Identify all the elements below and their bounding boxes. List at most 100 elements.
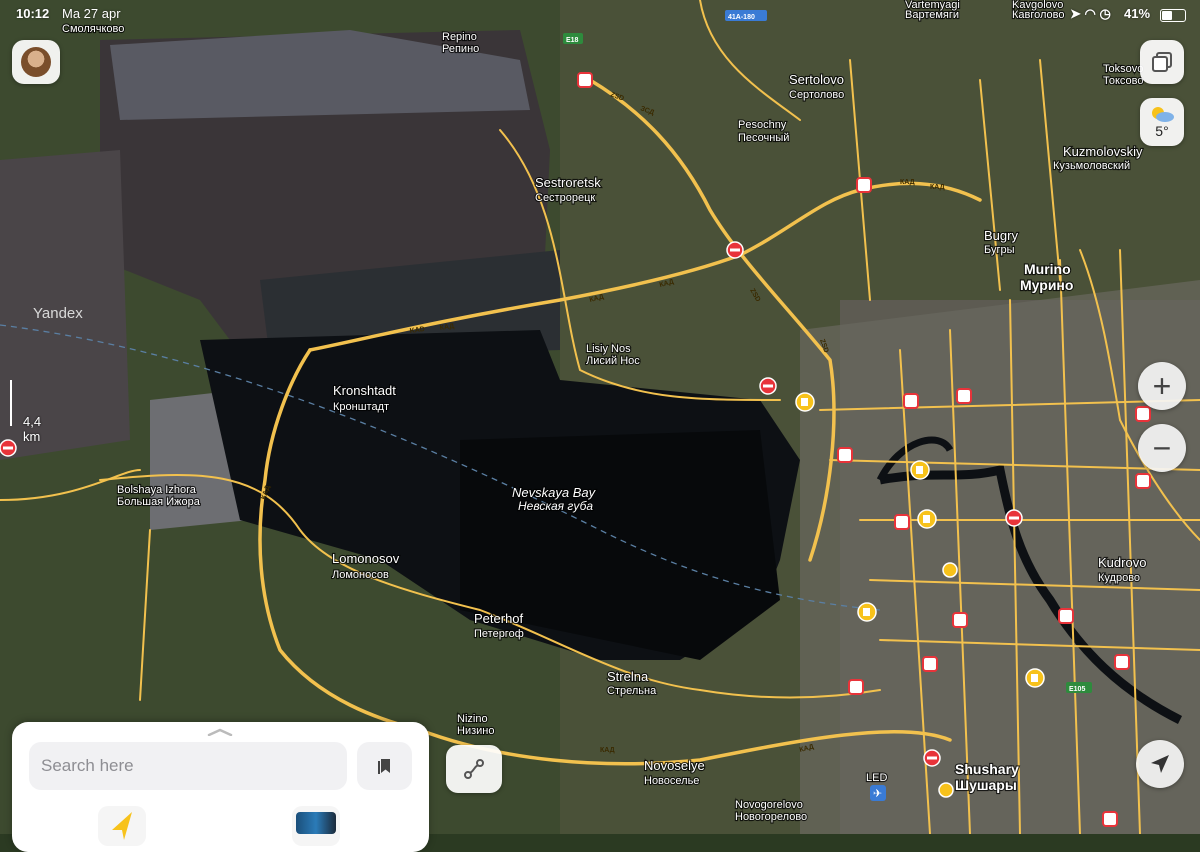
poi-pin-icon[interactable]	[938, 782, 954, 798]
incident-icon[interactable]	[0, 439, 17, 457]
airport-label: LED	[866, 772, 887, 784]
battery-icon	[1160, 9, 1186, 22]
accident-icon[interactable]	[856, 177, 872, 193]
place-label: Lisiy Nos	[586, 343, 631, 355]
place-label: Кудрово	[1098, 572, 1140, 584]
weather-temperature: 5°	[1155, 123, 1169, 139]
status-battery: 41%	[1124, 6, 1151, 21]
place-label: Большая Ижора	[117, 496, 201, 508]
incident-icon[interactable]	[759, 377, 777, 395]
profile-avatar-button[interactable]	[12, 40, 60, 84]
place-label: Кронштадт	[333, 401, 389, 413]
navigator-arrow-icon	[112, 812, 132, 840]
location-arrow-icon: ➤	[1070, 6, 1081, 21]
poi-pin-icon[interactable]	[942, 562, 958, 578]
place-label: Стрельна	[607, 685, 657, 697]
scale-label: 4,4 km	[23, 414, 42, 444]
place-label: Лисий Нос	[586, 355, 640, 367]
accident-icon[interactable]	[837, 447, 853, 463]
chevron-up-icon[interactable]	[207, 728, 233, 736]
place-label: Новоселье	[644, 775, 699, 787]
accident-icon[interactable]	[1058, 608, 1074, 624]
accident-icon[interactable]	[1114, 654, 1130, 670]
navigation-arrow-icon	[1151, 755, 1169, 773]
avatar	[21, 47, 51, 77]
place-label: Peterhof	[474, 611, 524, 626]
place-label: Низино	[457, 725, 494, 737]
accident-icon[interactable]	[1135, 473, 1151, 489]
place-label: Kudrovo	[1098, 555, 1146, 570]
place-label: Bugry	[984, 228, 1018, 243]
road-shield-e105-text: E105	[1069, 686, 1085, 693]
accident-icon[interactable]	[1102, 811, 1118, 827]
satellite-map[interactable]: E18 41A-180 E105 KAD КАД КАД КАД КАД КАД…	[0, 0, 1200, 834]
place-label: Shushary	[955, 761, 1019, 777]
place-label: Мурино	[1020, 277, 1073, 293]
place-label: Nizino	[457, 713, 488, 725]
accident-icon[interactable]	[1135, 406, 1151, 422]
road-label-kad: КАД	[900, 179, 915, 186]
layers-button[interactable]	[1140, 40, 1184, 84]
wifi-icon: ◠	[1084, 6, 1096, 21]
accident-icon[interactable]	[577, 72, 593, 88]
bottom-sheet[interactable]: Search here	[12, 722, 429, 852]
poi-pin-icon[interactable]	[857, 602, 877, 622]
accident-icon[interactable]	[952, 612, 968, 628]
place-label: Novoselye	[644, 758, 705, 773]
place-label: Вартемяги	[905, 9, 959, 21]
services-icon	[296, 812, 336, 834]
place-label: Sestroretsk	[535, 175, 601, 190]
poi-pin-icon[interactable]	[1025, 668, 1045, 688]
accident-icon[interactable]	[922, 656, 938, 672]
accident-icon[interactable]	[848, 679, 864, 695]
status-time: 10:12	[16, 6, 50, 21]
place-label: Sertolovo	[789, 72, 844, 87]
place-label: Murino	[1024, 261, 1071, 277]
place-label: Кузьмоловский	[1053, 160, 1130, 172]
poi-pin-icon[interactable]	[910, 460, 930, 480]
poi-pin-icon[interactable]	[795, 392, 815, 412]
place-label: Новогорелово	[735, 811, 807, 823]
bay-label-ru: Невская губа	[518, 499, 593, 513]
my-location-button[interactable]	[1136, 740, 1184, 788]
place-label: Песочный	[738, 132, 789, 144]
place-label: Kuzmolovskiy	[1063, 144, 1143, 159]
bay-label: Nevskaya Bay	[512, 485, 597, 500]
navigator-shortcut[interactable]	[98, 806, 146, 846]
bookmarks-button[interactable]	[357, 742, 412, 790]
place-label: Pesochny	[738, 119, 787, 131]
services-shortcut[interactable]	[292, 806, 340, 846]
place-label: Toksovo	[1103, 63, 1143, 75]
partly-cloudy-icon	[1152, 107, 1174, 122]
place-label: Novogorelovo	[735, 799, 803, 811]
place-label: Сертолово	[789, 89, 844, 101]
place-label: Kronshtadt	[333, 383, 396, 398]
zoom-in-button[interactable]: +	[1138, 362, 1186, 410]
place-label: Бугры	[984, 244, 1015, 256]
airport-icon[interactable]: ✈	[870, 785, 886, 801]
place-label: Репино	[442, 43, 479, 55]
svg-text:✈: ✈	[873, 787, 882, 800]
incident-icon[interactable]	[923, 749, 941, 767]
road-shield-e18-text: E18	[566, 37, 579, 44]
status-icons: ➤ ◠ ◷	[1070, 6, 1111, 22]
incident-icon[interactable]	[1005, 509, 1023, 527]
accident-icon[interactable]	[894, 514, 910, 530]
routes-button[interactable]	[446, 745, 502, 793]
accident-icon[interactable]	[903, 393, 919, 409]
status-date: Ma 27 apr	[62, 6, 121, 21]
search-input[interactable]: Search here	[29, 742, 347, 790]
place-label: Токсово	[1103, 75, 1144, 87]
layers-icon	[1152, 52, 1172, 72]
scale-bar	[10, 380, 12, 426]
place-label: Ломоносов	[332, 569, 389, 581]
yandex-watermark: Yandex	[33, 305, 83, 322]
alarm-icon: ◷	[1099, 6, 1111, 21]
road-label-kad: КАД	[930, 184, 945, 191]
weather-button[interactable]: 5°	[1140, 98, 1184, 146]
poi-pin-icon[interactable]	[917, 509, 937, 529]
zoom-out-button[interactable]: −	[1138, 424, 1186, 472]
incident-icon[interactable]	[726, 241, 744, 259]
accident-icon[interactable]	[956, 388, 972, 404]
place-label: Петергоф	[474, 628, 524, 640]
